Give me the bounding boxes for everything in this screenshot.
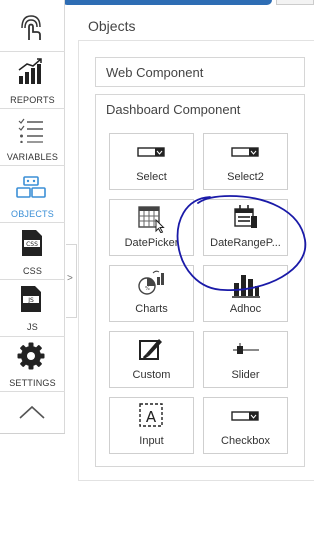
sidebar-item-label: JS [27,322,38,332]
slider-icon [233,343,259,354]
tile-checkbox[interactable]: Checkbox [203,397,288,454]
select-icon [137,147,165,157]
sidebar-item-label: CSS [22,266,43,276]
tile-charts[interactable]: % Charts [109,265,194,322]
tile-select2[interactable]: Select2 [203,133,288,190]
tile-daterangepicker[interactable]: DateRangeP... [203,199,288,256]
tile-label: Select2 [227,171,264,183]
sidebar-item-objects[interactable]: OBJECTS [0,166,65,223]
custom-icon [139,339,162,360]
input-icon: A [139,403,163,427]
web-component-section[interactable]: Web Component [95,57,305,87]
tile-label: Custom [132,369,171,381]
web-component-header: Web Component [106,65,204,80]
svg-text:%: % [145,286,150,292]
panel-title: Objects [88,18,136,34]
tile-adhoc[interactable]: Adhoc [203,265,288,322]
sidebar-item-settings[interactable]: SETTINGS [0,337,65,392]
js-file-icon: JS [21,286,41,312]
datepicker-icon [138,206,165,233]
top-tab-bar [62,0,272,5]
sidebar-item-touch[interactable] [0,0,65,52]
sidebar-item-reports[interactable]: REPORTS [0,52,65,109]
dashboard-component-section: Dashboard Component Select Select2 DateP [95,94,305,467]
tile-custom[interactable]: Custom [109,331,194,388]
tile-slider[interactable]: Slider [203,331,288,388]
daterange-icon [234,205,257,228]
css-file-icon: CSS [22,230,42,256]
sidebar-item-label: REPORTS [10,95,55,105]
tile-label: Slider [231,369,260,381]
panel-divider [78,40,314,41]
top-tab-box [276,0,314,5]
panel-border-bottom [78,480,314,481]
tile-label: DatePicker [124,237,179,249]
select2-icon [231,147,259,157]
blocks-icon [16,176,46,198]
gear-icon [17,342,45,370]
chevron-up-icon [19,405,45,419]
bar-chart-icon [18,58,42,84]
tile-input[interactable]: A Input [109,397,194,454]
panel-collapse-toggle[interactable]: > [66,244,77,318]
svg-text:A: A [146,408,157,426]
sidebar-item-label: VARIABLES [6,152,59,162]
tile-datepicker[interactable]: DatePicker [109,199,194,256]
list-icon [18,118,43,143]
sidebar-collapse-up[interactable] [0,392,65,434]
tile-label: Select [136,171,167,183]
checkbox-icon [231,411,259,421]
adhoc-icon [232,275,260,298]
sidebar-item-css[interactable]: CSS CSS [0,223,65,280]
sidebar-item-label: OBJECTS [11,209,54,219]
tile-label: Adhoc [229,303,262,315]
chevron-right-icon: > [67,273,73,284]
panel-border-left [78,40,79,480]
tile-select[interactable]: Select [109,133,194,190]
charts-icon: % [138,270,164,295]
tile-label: Input [139,435,164,447]
tile-label: Checkbox [221,435,270,447]
dashboard-component-header: Dashboard Component [106,102,241,117]
tile-label: DateRangeP... [210,237,281,249]
sidebar-item-js[interactable]: JS JS [0,280,65,337]
left-sidebar: REPORTS VARIABLES OBJECTS CSS CSS JS JS … [0,0,65,434]
svg-text:JS: JS [27,297,34,304]
sidebar-item-variables[interactable]: VARIABLES [0,109,65,166]
svg-text:CSS: CSS [26,241,38,248]
tile-label: Charts [135,303,168,315]
touch-icon [21,15,41,40]
sidebar-item-label: SETTINGS [9,378,56,388]
